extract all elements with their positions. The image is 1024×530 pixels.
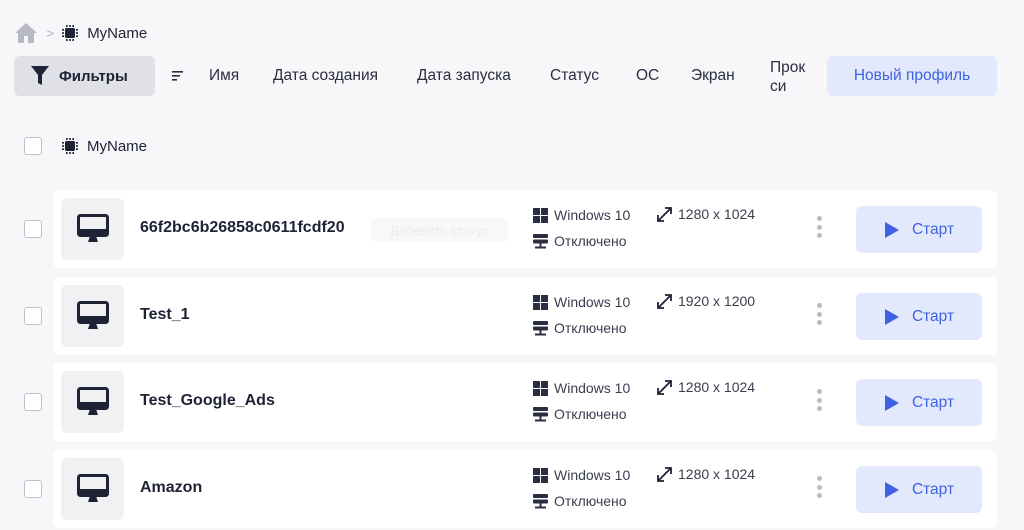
profile-checkbox[interactable] [24,480,42,498]
resolution-label: 1280 x 1024 [678,379,756,395]
start-button[interactable]: Старт [856,206,982,253]
breadcrumb-separator: > [46,25,55,41]
play-icon [884,481,912,499]
network-icon [533,233,554,249]
desktop-icon [61,371,124,433]
play-icon [884,308,912,326]
proxy-info: Отключено [533,493,627,509]
proxy-label: Отключено [554,406,627,422]
os-label: Windows 10 [554,294,631,310]
profile-checkbox[interactable] [24,307,42,325]
start-button-label: Старт [911,393,955,411]
profile-checkbox[interactable] [24,220,42,238]
filters-button-label: Фильтры [59,67,128,85]
profile-card[interactable]: 66f2bc6b26858c0611fcdf20 Windows 10 Откл… [53,190,997,268]
column-header-name[interactable]: Имя [209,67,239,85]
play-icon [884,394,912,412]
os-info: Windows 10 [533,294,630,310]
profile-card[interactable]: Amazon Windows 10 Отключено 1280 x 1024 [53,450,997,528]
network-icon [533,493,554,509]
more-options-icon[interactable] [815,389,823,415]
profile-row: 66f2bc6b26858c0611fcdf20 Windows 10 Откл… [0,190,1024,270]
select-all-checkbox[interactable] [24,137,42,155]
expand-icon [657,466,678,482]
proxy-label: Отключено [554,233,627,249]
profile-row: Test_Google_Ads Windows 10 Отключено 128… [0,363,1024,443]
os-info: Windows 10 [533,207,630,223]
start-button[interactable]: Старт [856,379,982,426]
screen-info: 1280 x 1024 [657,206,755,222]
network-icon [533,406,554,422]
profile-card[interactable]: Test_Google_Ads Windows 10 Отключено 128… [53,363,997,441]
toolbar: Фильтры Имя Дата создания Дата запуска С… [0,56,1024,96]
profile-name[interactable]: 66f2bc6b26858c0611fcdf20 [140,219,345,237]
add-status-button[interactable]: Добавить статус [371,218,508,242]
profile-card[interactable]: Test_1 Windows 10 Отключено 1920 x 1200 [53,277,997,355]
profile-name[interactable]: Test_1 [140,306,190,324]
desktop-icon [61,285,124,347]
network-icon [533,320,554,336]
column-header-proxy[interactable]: Прок си [770,58,816,96]
column-header-status[interactable]: Статус [550,67,599,85]
start-button-label: Старт [911,220,955,238]
home-icon[interactable] [14,22,38,44]
start-button-label: Старт [911,307,955,325]
os-label: Windows 10 [554,380,631,396]
more-options-icon[interactable] [815,216,823,242]
screen-info: 1280 x 1024 [657,379,755,395]
windows-icon [533,294,554,310]
new-profile-button[interactable]: Новый профиль [827,56,997,96]
more-options-icon[interactable] [815,303,823,329]
desktop-icon [61,198,124,260]
column-header-launched[interactable]: Дата запуска [417,67,511,85]
screen-info: 1920 x 1200 [657,293,755,309]
profile-row: Test_1 Windows 10 Отключено 1920 x 1200 [0,277,1024,357]
column-header-created[interactable]: Дата создания [273,67,378,85]
profile-row: Amazon Windows 10 Отключено 1280 x 1024 [0,450,1024,530]
resolution-label: 1280 x 1024 [678,206,756,222]
play-icon [884,221,912,239]
proxy-info: Отключено [533,320,627,336]
sort-icon[interactable] [172,69,184,87]
windows-icon [533,380,554,396]
windows-icon [533,207,554,223]
more-options-icon[interactable] [815,476,823,502]
filters-button[interactable]: Фильтры [14,56,155,96]
column-header-proxy-line1: Прок [770,59,806,76]
filter-icon [31,66,49,86]
group-name: MyName [87,137,148,155]
profile-checkbox[interactable] [24,393,42,411]
os-label: Windows 10 [554,207,631,223]
proxy-label: Отключено [554,493,627,509]
windows-icon [533,467,554,483]
breadcrumb-folder-name[interactable]: MyName [87,25,147,42]
desktop-icon [61,458,124,520]
start-button[interactable]: Старт [856,466,982,513]
os-label: Windows 10 [554,467,631,483]
expand-icon [657,206,678,222]
expand-icon [657,379,678,395]
os-info: Windows 10 [533,380,630,396]
profile-name[interactable]: Test_Google_Ads [140,392,275,410]
breadcrumb: > MyName [14,22,147,44]
start-button-label: Старт [911,480,955,498]
column-header-screen[interactable]: Экран [691,67,735,85]
resolution-label: 1280 x 1024 [678,466,756,482]
os-info: Windows 10 [533,467,630,483]
profile-name[interactable]: Amazon [140,479,202,497]
proxy-label: Отключено [554,320,627,336]
column-header-proxy-line2: си [770,78,787,95]
resolution-label: 1920 x 1200 [678,293,756,309]
proxy-info: Отключено [533,406,627,422]
group-header: MyName [24,137,147,155]
expand-icon [657,293,678,309]
chip-icon [61,24,79,42]
chip-icon [61,137,79,155]
start-button[interactable]: Старт [856,293,982,340]
column-header-os[interactable]: ОС [636,67,659,85]
screen-info: 1280 x 1024 [657,466,755,482]
proxy-info: Отключено [533,233,627,249]
